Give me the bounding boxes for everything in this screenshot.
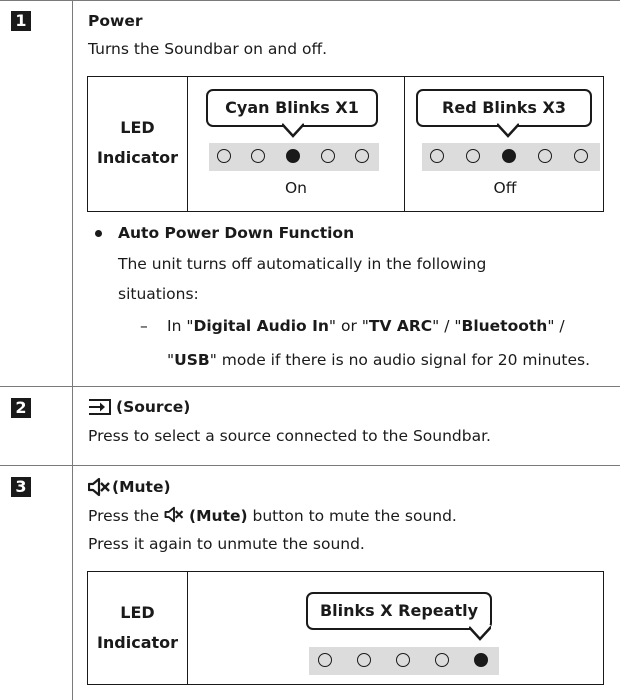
bubble-tail-icon <box>497 122 519 138</box>
led-label-line1: LED <box>120 603 155 622</box>
bubble-tail-icon <box>469 625 491 641</box>
bullet-title: Auto Power Down Function <box>118 224 355 242</box>
bullet-text-line2: situations: <box>118 285 199 303</box>
row-divider-2 <box>0 465 620 466</box>
mode-tv-arc: TV ARC <box>368 317 433 335</box>
mode-usb: USB <box>174 351 210 369</box>
led-dot-3 <box>396 653 410 667</box>
section-1-number: 1 <box>11 11 31 31</box>
section-2-description: Press to select a source connected to th… <box>88 427 491 445</box>
led-dot-4 <box>538 149 552 163</box>
led-dot-5 <box>355 149 369 163</box>
sub-item-line1: In "Digital Audio In" or "TV ARC" / "Blu… <box>167 317 565 335</box>
led-dot-2 <box>357 653 371 667</box>
led-label: LED Indicator <box>88 113 187 173</box>
top-border <box>0 0 620 1</box>
section-3-line2: Press it again to unmute the sound. <box>88 535 365 553</box>
led-strip <box>422 143 600 171</box>
led-dot-4 <box>321 149 335 163</box>
source-icon <box>89 399 111 415</box>
led-dot-5 <box>574 149 588 163</box>
led-label-line2: Indicator <box>96 148 179 167</box>
led-dot-1 <box>430 149 444 163</box>
led-dot-3-lit <box>286 149 300 163</box>
left-column-divider <box>72 0 73 700</box>
led-label-line2: Indicator <box>96 633 179 652</box>
led-dot-1 <box>217 149 231 163</box>
section-3-title: (Mute) <box>112 478 171 496</box>
led-table-divider <box>187 572 188 684</box>
led-strip <box>309 647 499 675</box>
section-2-title: (Source) <box>116 398 191 416</box>
led-state-on: On <box>284 179 308 197</box>
led-dot-5-lit <box>474 653 488 667</box>
mute-icon <box>164 506 184 523</box>
section-2-number: 2 <box>11 398 31 418</box>
led-label: LED Indicator <box>88 598 187 658</box>
led-label-line1: LED <box>120 118 155 137</box>
mode-digital-audio-in: Digital Audio In <box>193 317 329 335</box>
mode-bluetooth: Bluetooth <box>461 317 548 335</box>
row-divider-1 <box>0 386 620 387</box>
led-table-mute: LED Indicator Blinks X Repeatly <box>87 571 604 685</box>
led-strip <box>209 143 379 171</box>
led-dot-1 <box>318 653 332 667</box>
led-dot-4 <box>435 653 449 667</box>
sub-item-line2: "USB" mode if there is no audio signal f… <box>167 351 591 369</box>
section-3-number: 3 <box>11 477 31 497</box>
led-table-power: LED Indicator Cyan Blinks X1 On Red Blin… <box>87 76 604 212</box>
section-1-title: Power <box>88 12 143 30</box>
bullet-dot <box>95 230 102 237</box>
bubble-blinks-repeatly: Blinks X Repeatly <box>306 592 492 630</box>
section-1-description: Turns the Soundbar on and off. <box>88 40 328 58</box>
bubble-tail-icon <box>282 122 304 138</box>
led-state-off: Off <box>493 179 517 197</box>
led-dot-2 <box>466 149 480 163</box>
section-3-line1: Press the (Mute) button to mute the soun… <box>88 506 457 525</box>
sub-dash: – <box>140 317 148 335</box>
led-dot-2 <box>251 149 265 163</box>
bullet-text-line1: The unit turns off automatically in the … <box>118 255 487 273</box>
led-dot-3-lit <box>502 149 516 163</box>
mute-icon <box>88 477 110 497</box>
